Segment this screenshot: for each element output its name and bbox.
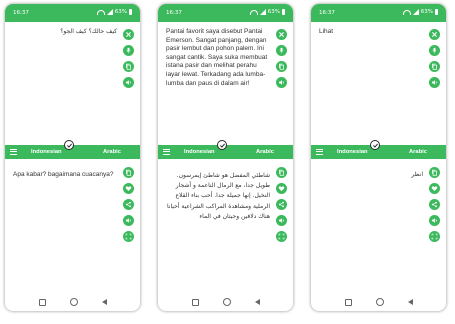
target-language-selector[interactable]: Arabic bbox=[256, 149, 274, 155]
target-language-selector[interactable]: Arabic bbox=[103, 149, 121, 155]
status-bar: 16:37 63% bbox=[5, 4, 140, 22]
source-text-input[interactable]: Lihat bbox=[311, 22, 429, 140]
copy-icon[interactable] bbox=[429, 61, 440, 72]
home-nav-icon[interactable] bbox=[375, 298, 384, 306]
speaker-icon[interactable] bbox=[276, 215, 287, 226]
system-nav-bar bbox=[5, 293, 140, 311]
battery-percent: 63% bbox=[267, 9, 280, 15]
system-nav-bar bbox=[311, 293, 446, 311]
source-text-input[interactable]: كيف حالك؟ كيف الجو؟ bbox=[5, 22, 123, 140]
close-icon[interactable] bbox=[429, 29, 440, 40]
status-time: 16:37 bbox=[166, 10, 182, 16]
signal-icon bbox=[412, 9, 419, 15]
wifi-icon bbox=[96, 9, 105, 15]
speaker-icon[interactable] bbox=[123, 77, 134, 88]
signal-icon bbox=[106, 9, 113, 15]
language-bar: Indonesian Arabic bbox=[311, 140, 446, 159]
fullscreen-icon[interactable] bbox=[276, 231, 287, 242]
recents-nav-icon[interactable] bbox=[191, 298, 199, 306]
translation-output: شاطئي المفضل هو شاطئ إيمرسون. طويل جدا، … bbox=[166, 172, 270, 220]
recents-nav-icon[interactable] bbox=[38, 298, 46, 306]
home-nav-icon[interactable] bbox=[222, 298, 231, 306]
speaker-icon[interactable] bbox=[123, 215, 134, 226]
favorite-icon[interactable] bbox=[429, 183, 440, 194]
menu-icon[interactable] bbox=[316, 148, 323, 155]
source-language-selector[interactable]: Indonesian bbox=[184, 149, 215, 155]
source-text-input[interactable]: Pantai favorit saya disebut Pantai Emers… bbox=[158, 22, 276, 140]
favorite-icon[interactable] bbox=[276, 183, 287, 194]
mic-icon[interactable] bbox=[429, 45, 440, 56]
swap-languages-icon[interactable] bbox=[370, 140, 380, 150]
share-icon[interactable] bbox=[123, 199, 134, 210]
status-time: 16:37 bbox=[319, 10, 335, 16]
fullscreen-icon[interactable] bbox=[429, 231, 440, 242]
battery-percent: 63% bbox=[114, 9, 127, 15]
language-bar: Indonesian Arabic bbox=[158, 140, 293, 159]
source-language-selector[interactable]: Indonesian bbox=[31, 149, 62, 155]
target-language-selector[interactable]: Arabic bbox=[409, 149, 427, 155]
copy-icon[interactable] bbox=[276, 61, 287, 72]
copy-icon[interactable] bbox=[276, 167, 287, 178]
status-bar: 16:37 63% bbox=[311, 4, 446, 22]
swap-languages-icon[interactable] bbox=[64, 140, 74, 150]
menu-icon[interactable] bbox=[10, 148, 17, 155]
speaker-icon[interactable] bbox=[429, 215, 440, 226]
share-icon[interactable] bbox=[276, 199, 287, 210]
back-nav-icon[interactable] bbox=[254, 299, 260, 305]
copy-icon[interactable] bbox=[429, 167, 440, 178]
wifi-icon bbox=[249, 9, 258, 15]
source-language-selector[interactable]: Indonesian bbox=[337, 149, 368, 155]
favorite-icon[interactable] bbox=[123, 183, 134, 194]
battery-icon bbox=[282, 9, 285, 15]
phone-screen-2: 16:37 63% Pantai favorit saya disebut Pa… bbox=[158, 4, 293, 311]
status-bar: 16:37 63% bbox=[158, 4, 293, 22]
recents-nav-icon[interactable] bbox=[344, 298, 352, 306]
speaker-icon[interactable] bbox=[276, 77, 287, 88]
battery-icon bbox=[129, 9, 132, 15]
menu-icon[interactable] bbox=[163, 148, 170, 155]
phone-screen-3: 16:37 63% Lihat Indonesian Arabic انظر bbox=[311, 4, 446, 311]
battery-icon bbox=[435, 9, 438, 15]
back-nav-icon[interactable] bbox=[407, 299, 413, 305]
signal-icon bbox=[259, 9, 266, 15]
mic-icon[interactable] bbox=[123, 45, 134, 56]
status-time: 16:37 bbox=[13, 10, 29, 16]
home-nav-icon[interactable] bbox=[69, 298, 78, 306]
close-icon[interactable] bbox=[123, 29, 134, 40]
battery-percent: 63% bbox=[420, 9, 433, 15]
swap-languages-icon[interactable] bbox=[217, 140, 227, 150]
wifi-icon bbox=[402, 9, 411, 15]
language-bar: Indonesian Arabic bbox=[5, 140, 140, 159]
back-nav-icon[interactable] bbox=[101, 299, 107, 305]
copy-icon[interactable] bbox=[123, 167, 134, 178]
close-icon[interactable] bbox=[276, 29, 287, 40]
translation-output: انظر bbox=[411, 171, 423, 178]
translation-output: Apa kabar? bagaimana cuacanya? bbox=[13, 171, 114, 178]
fullscreen-icon[interactable] bbox=[123, 231, 134, 242]
copy-icon[interactable] bbox=[123, 61, 134, 72]
share-icon[interactable] bbox=[429, 199, 440, 210]
system-nav-bar bbox=[158, 293, 293, 311]
speaker-icon[interactable] bbox=[429, 77, 440, 88]
mic-icon[interactable] bbox=[276, 45, 287, 56]
phone-screen-1: 16:37 63% كيف حالك؟ كيف الجو؟ Indonesian… bbox=[5, 4, 140, 311]
